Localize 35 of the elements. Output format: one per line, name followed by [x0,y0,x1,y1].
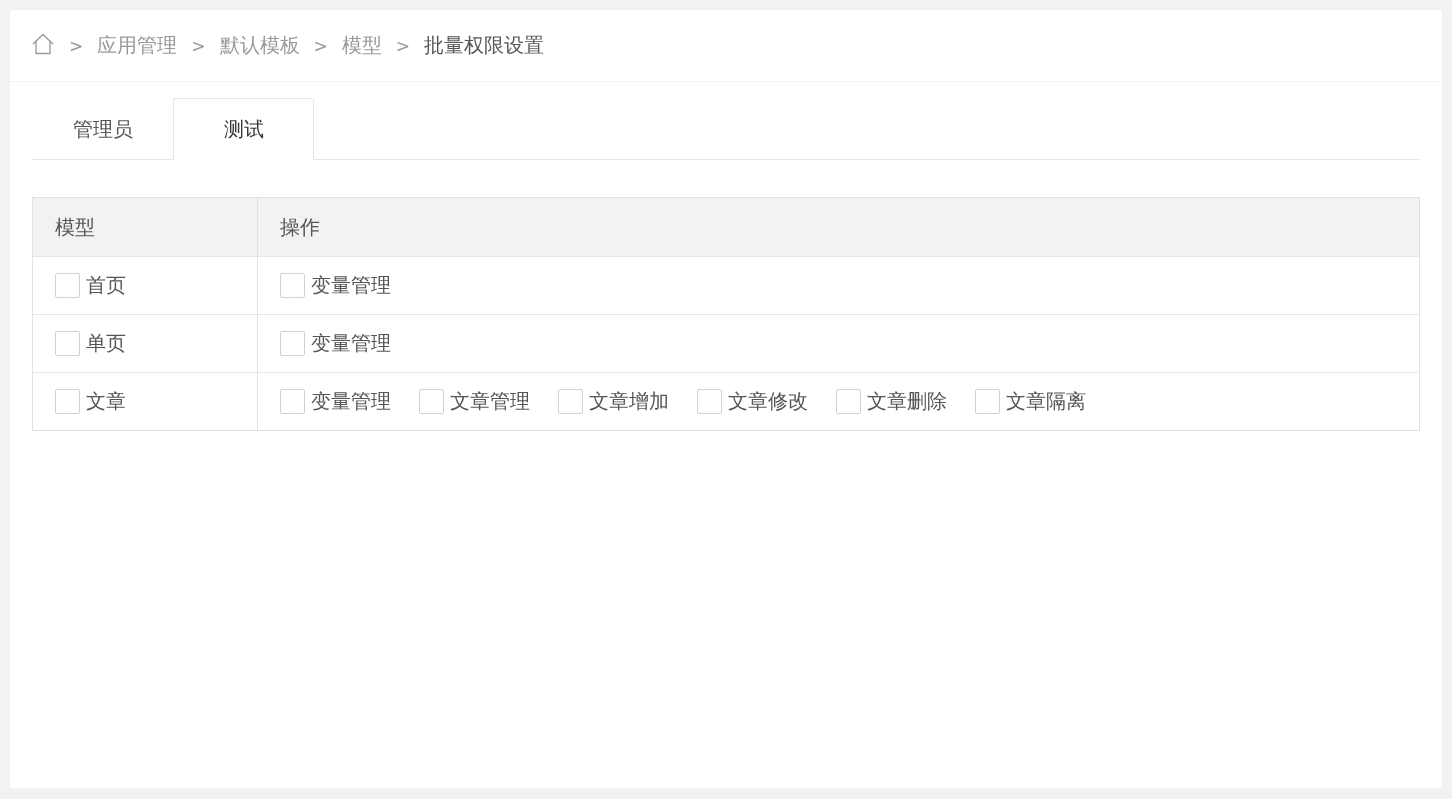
home-icon[interactable] [31,32,55,55]
checkbox-label: 单页 [86,330,126,357]
checkbox[interactable] [280,331,305,356]
checkbox-label: 文章修改 [728,388,808,415]
breadcrumb-link[interactable]: 默认模板 [219,32,300,59]
checkbox-label: 文章 [86,388,126,415]
checkbox[interactable] [55,273,80,298]
checkbox-label: 文章管理 [450,388,530,415]
checkbox-label: 变量管理 [311,388,391,415]
checkbox-label: 文章隔离 [1006,388,1086,415]
breadcrumb-link[interactable]: 应用管理 [97,32,178,59]
checkbox[interactable] [280,389,305,414]
breadcrumb-separator: > [313,35,328,56]
checkbox[interactable] [419,389,444,414]
tab[interactable]: 测试 [173,98,314,160]
breadcrumb-separator: > [395,35,410,56]
breadcrumb-link[interactable]: 模型 [341,32,382,59]
checkbox-label: 文章删除 [867,388,947,415]
tab[interactable]: 管理员 [32,98,173,160]
column-header: 操作 [279,213,320,241]
checkbox[interactable] [697,389,722,414]
checkbox[interactable] [55,331,80,356]
checkbox-label: 文章增加 [589,388,669,415]
checkbox[interactable] [280,273,305,298]
checkbox-label: 变量管理 [311,330,391,357]
column-header: 模型 [33,198,258,256]
checkbox-label: 变量管理 [311,272,391,299]
checkbox[interactable] [975,389,1000,414]
breadcrumb-separator: > [69,35,84,56]
breadcrumb-current: 批量权限设置 [424,32,544,59]
checkbox[interactable] [558,389,583,414]
checkbox[interactable] [55,389,80,414]
checkbox-label: 首页 [86,272,126,299]
checkbox[interactable] [836,389,861,414]
breadcrumb-separator: > [191,35,206,56]
